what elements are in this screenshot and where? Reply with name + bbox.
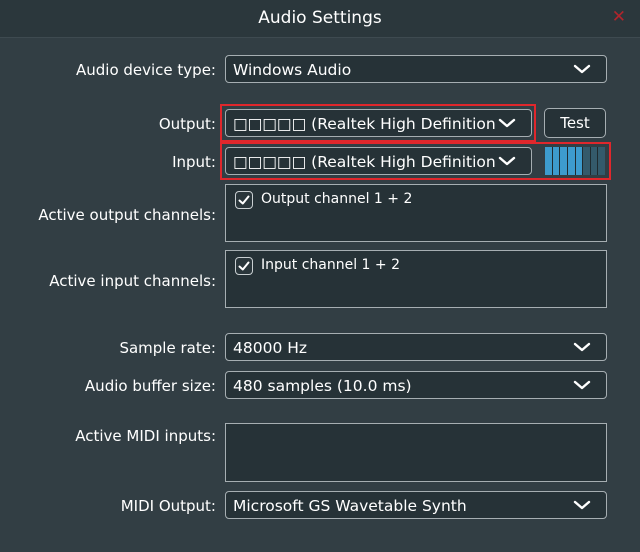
output-channel-checkbox[interactable] (235, 191, 253, 209)
level-meter-segment (590, 147, 598, 175)
close-icon[interactable]: ✕ (612, 7, 626, 27)
window-title: Audio Settings (258, 8, 382, 28)
chevron-down-icon (573, 500, 591, 510)
midi-output-label: MIDI Output: (120, 497, 216, 515)
chevron-down-icon (498, 118, 516, 128)
buffer-size-label: Audio buffer size: (84, 377, 216, 395)
chevron-down-icon (573, 64, 591, 74)
input-channel-checkbox[interactable] (235, 257, 253, 275)
input-channel-label: Input channel 1 + 2 (261, 257, 400, 273)
midi-inputs-label: Active MIDI inputs: (75, 427, 216, 445)
title-bar: Audio Settings ✕ (0, 0, 640, 38)
sample-rate-value: 48000 Hz (233, 339, 308, 357)
level-meter-segment (598, 147, 605, 175)
level-meter-segment (583, 147, 590, 175)
midi-inputs-list[interactable] (225, 423, 607, 482)
midi-output-dropdown[interactable]: Microsoft GS Wavetable Synth (225, 491, 607, 519)
midi-output-value: Microsoft GS Wavetable Synth (233, 497, 467, 515)
buffer-size-dropdown[interactable]: 480 samples (10.0 ms) (225, 371, 607, 399)
output-channels-label: Active output channels: (38, 206, 216, 224)
input-level-meter (545, 147, 605, 175)
input-label: Input: (172, 153, 216, 171)
chevron-down-icon (573, 380, 591, 390)
chevron-down-icon (573, 342, 591, 352)
level-meter-segment (575, 147, 583, 175)
checkmark-icon (238, 195, 250, 205)
output-label: Output: (158, 115, 216, 133)
sample-rate-dropdown[interactable]: 48000 Hz (225, 333, 607, 361)
chevron-down-icon (498, 156, 516, 166)
device-type-dropdown[interactable]: Windows Audio (225, 55, 607, 83)
output-device-value: □□□□□ (Realtek High Definition Audio... (233, 115, 495, 133)
level-meter-segment (567, 147, 575, 175)
input-channels-list: Input channel 1 + 2 (225, 250, 607, 308)
input-channels-label: Active input channels: (49, 272, 216, 290)
level-meter-segment (560, 147, 567, 175)
level-meter-segment (545, 147, 552, 175)
output-device-dropdown[interactable]: □□□□□ (Realtek High Definition Audio... (225, 109, 532, 137)
output-channel-label: Output channel 1 + 2 (261, 191, 413, 207)
device-type-label: Audio device type: (75, 61, 216, 79)
input-device-dropdown[interactable]: □□□□□ (Realtek High Definition Audio... (225, 147, 532, 175)
test-button[interactable]: Test (544, 108, 606, 138)
input-device-value: □□□□□ (Realtek High Definition Audio... (233, 153, 495, 171)
output-channels-list: Output channel 1 + 2 (225, 184, 607, 242)
checkmark-icon (238, 261, 250, 271)
buffer-size-value: 480 samples (10.0 ms) (233, 377, 412, 395)
level-meter-segment (552, 147, 560, 175)
sample-rate-label: Sample rate: (119, 339, 216, 357)
device-type-value: Windows Audio (233, 61, 352, 79)
